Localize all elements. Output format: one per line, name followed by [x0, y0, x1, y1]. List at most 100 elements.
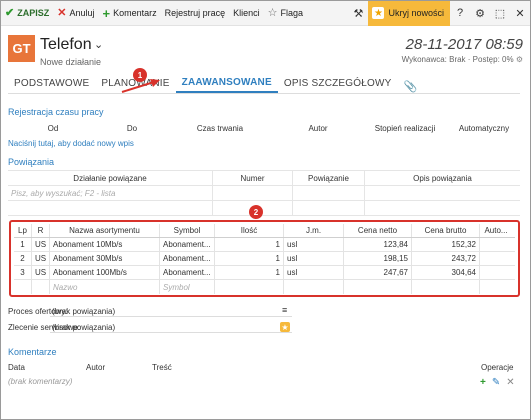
- comment-label: Komentarz: [113, 8, 157, 18]
- cell-net[interactable]: 123,84: [344, 238, 412, 251]
- relations-search-row: Pisz, aby wyszukać; F2 - lista: [8, 186, 520, 201]
- add-comment-icon[interactable]: +: [480, 377, 486, 388]
- col-from: Od: [47, 124, 59, 133]
- relations-header-row: Działanie powiązane Numer Powiązanie Opi…: [8, 171, 520, 186]
- help-icon[interactable]: ?: [450, 1, 470, 26]
- relations-title: Powiązania: [8, 157, 55, 167]
- flag-button[interactable]: ☆ Flaga: [264, 1, 307, 26]
- cell-gross[interactable]: 304,64: [412, 266, 480, 279]
- settings-small-icon[interactable]: ⚙: [516, 55, 523, 64]
- table-row[interactable]: 1 US Abonament 10Mb/s Abonament... 1 usl…: [14, 238, 515, 252]
- cell-gross[interactable]: 243,72: [412, 252, 480, 265]
- cell-auto[interactable]: [480, 238, 512, 251]
- new-item-gross-input[interactable]: [412, 280, 480, 294]
- cell-quantity[interactable]: 1: [215, 252, 284, 265]
- col-symbol[interactable]: Symbol: [160, 224, 215, 237]
- avatar-badge: GT: [8, 35, 35, 62]
- cell-unit[interactable]: usl: [284, 238, 344, 251]
- clients-label: Klienci: [233, 8, 260, 18]
- cell-net[interactable]: 247,67: [344, 266, 412, 279]
- callout-arrow: [121, 79, 160, 93]
- col-net-price[interactable]: Cena netto: [344, 224, 412, 237]
- cell-gross[interactable]: 152,32: [412, 238, 480, 251]
- cell-symbol[interactable]: Abonament...: [160, 238, 215, 251]
- cell-auto[interactable]: [480, 252, 512, 265]
- status-text: Wykonawca: Brak · Postęp: 0%: [401, 55, 514, 64]
- new-item-name-input[interactable]: Nazwo: [50, 280, 160, 294]
- col-unit[interactable]: J.m.: [284, 224, 344, 237]
- callout-badge-2: 2: [249, 205, 263, 219]
- table-row[interactable]: 2 US Abonament 30Mb/s Abonament... 1 usl…: [14, 252, 515, 266]
- log-work-button[interactable]: Rejestruj pracę: [161, 1, 230, 26]
- cancel-button[interactable]: ✕ Anuluj: [53, 1, 98, 26]
- cancel-label: Anuluj: [69, 8, 95, 18]
- save-button[interactable]: ✔ ZAPISZ: [1, 1, 53, 26]
- new-item-auto-input[interactable]: [480, 280, 512, 294]
- relations-table: Działanie powiązane Numer Powiązanie Opi…: [8, 170, 520, 216]
- col-comment-author: Autor: [86, 363, 106, 372]
- col-r[interactable]: R: [32, 224, 50, 237]
- col-quantity[interactable]: Ilość: [215, 224, 284, 237]
- cell-quantity[interactable]: 1: [215, 266, 284, 279]
- toolbar: ✔ ZAPISZ ✕ Anuluj + Komentarz Rejestruj …: [1, 0, 530, 26]
- cell-name[interactable]: Abonament 100Mb/s: [50, 266, 160, 279]
- col-relation-description: Opis powiązania: [413, 173, 472, 183]
- cell-quantity[interactable]: 1: [215, 238, 284, 251]
- table-row[interactable]: 3 US Abonament 100Mb/s Abonament... 1 us…: [14, 266, 515, 280]
- attachment-icon[interactable]: 📎: [398, 80, 424, 93]
- col-lp[interactable]: Lp: [14, 224, 32, 237]
- cell-symbol[interactable]: Abonament...: [160, 252, 215, 265]
- items-header-row: Lp R Nazwa asortymentu Symbol Ilość J.m.…: [14, 224, 515, 238]
- col-product-name[interactable]: Nazwa asortymentu: [50, 224, 160, 237]
- delete-comment-icon[interactable]: ✕: [506, 377, 514, 388]
- relations-cell-relation[interactable]: [293, 186, 365, 200]
- cell-name[interactable]: Abonament 10Mb/s: [50, 238, 160, 251]
- col-duration: Czas trwania: [196, 124, 244, 133]
- col-gross-price[interactable]: Cena brutto: [412, 224, 480, 237]
- tab-bar: PODSTAWOWE PLANOWANIE ZAAWANSOWANE OPIS …: [8, 74, 520, 94]
- cell-symbol[interactable]: Abonament...: [160, 266, 215, 279]
- chevron-down-icon[interactable]: ⌄: [94, 38, 103, 51]
- col-to: Do: [126, 124, 138, 133]
- new-item-unit-input[interactable]: [284, 280, 344, 294]
- cell-r: US: [32, 266, 50, 279]
- cell-name[interactable]: Abonament 30Mb/s: [50, 252, 160, 265]
- col-number: Numer: [213, 171, 293, 185]
- cell-auto[interactable]: [480, 266, 512, 279]
- new-item-net-input[interactable]: [344, 280, 412, 294]
- new-item-row[interactable]: Nazwo Symbol: [14, 280, 515, 294]
- list-menu-icon[interactable]: ≡: [282, 305, 287, 315]
- col-auto[interactable]: Auto...: [480, 224, 512, 237]
- cell-r-empty: [32, 280, 50, 294]
- col-comment-ops: Operacje: [481, 363, 514, 372]
- close-window-icon[interactable]: ✕: [510, 1, 530, 26]
- new-item-symbol-input[interactable]: Symbol: [160, 280, 215, 294]
- col-related-activity: Działanie powiązane: [8, 171, 213, 185]
- relations-empty-cell: [365, 201, 520, 215]
- relations-cell-description[interactable]: [365, 186, 520, 200]
- relations-search-input[interactable]: Pisz, aby wyszukać; F2 - lista: [8, 186, 213, 200]
- tab-basic[interactable]: PODSTAWOWE: [8, 73, 95, 93]
- add-entry-link[interactable]: Naciśnij tutaj, aby dodać nowy wpis: [8, 139, 134, 148]
- col-comment-content: Treść: [152, 363, 172, 372]
- cell-unit[interactable]: usl: [284, 266, 344, 279]
- tool-settings-icon[interactable]: ⚒: [348, 1, 368, 26]
- gear-icon[interactable]: ⚙: [470, 1, 490, 26]
- tab-details[interactable]: OPIS SZCZEGÓŁOWY: [278, 73, 398, 93]
- flag-label: Flaga: [280, 8, 304, 18]
- star-icon[interactable]: ★: [280, 322, 290, 332]
- cell-net[interactable]: 198,15: [344, 252, 412, 265]
- comment-button[interactable]: + Komentarz: [98, 1, 160, 26]
- comment-operations: + ✎ ✕: [480, 377, 515, 388]
- time-log-header: Od Do Czas trwania Autor Stopień realiza…: [8, 124, 520, 133]
- service-value: (brak powiązania): [52, 323, 116, 332]
- new-item-quantity-input[interactable]: [215, 280, 284, 294]
- cell-unit[interactable]: usl: [284, 252, 344, 265]
- clients-button[interactable]: Klienci: [229, 1, 264, 26]
- maximize-icon[interactable]: ⬚: [490, 1, 510, 26]
- edit-comment-icon[interactable]: ✎: [492, 377, 500, 388]
- tab-advanced[interactable]: ZAAWANSOWANE: [175, 73, 278, 93]
- relations-cell-number[interactable]: [213, 186, 293, 200]
- hide-news-button[interactable]: ★ Ukryj nowości: [368, 0, 450, 26]
- close-icon: ✕: [57, 6, 67, 19]
